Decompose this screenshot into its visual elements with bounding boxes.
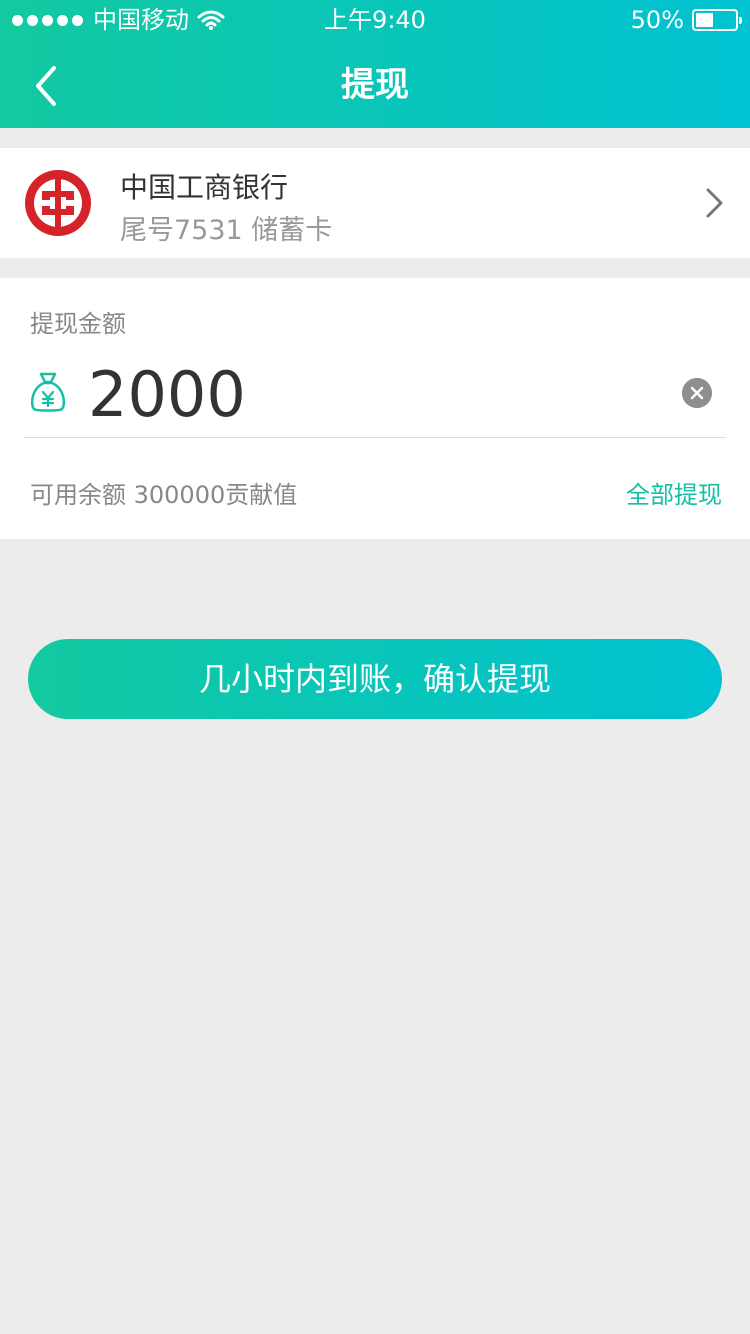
available-balance: 可用余额 300000贡献值 [30,481,298,509]
withdraw-amount-section: 提现金额 2000 可用余额 300000贡献值 全部提现 [0,278,750,539]
status-bar: 中国移动 上午9:40 50% [0,0,750,40]
clear-icon[interactable] [682,378,712,408]
bank-card-subtitle: 尾号7531 储蓄卡 [120,215,333,246]
page-title: 提现 [341,65,409,105]
icbc-logo-icon [25,170,91,236]
status-right: 50% [630,0,742,40]
amount-value: 2000 [88,358,246,431]
chevron-right-icon [706,188,723,218]
battery-fill [696,13,713,27]
battery-icon [692,9,742,31]
moneybag-icon [30,372,66,412]
app-header: 中国移动 上午9:40 50% 提现 [0,0,750,128]
confirm-withdraw-button[interactable]: 几小时内到账，确认提现 [28,639,722,719]
bank-name: 中国工商银行 [120,171,289,204]
amount-input[interactable]: 2000 [24,356,726,438]
battery-percent: 50% [630,6,684,34]
bank-card-selector[interactable]: 中国工商银行 尾号7531 储蓄卡 [0,148,750,258]
withdraw-all-button[interactable]: 全部提现 [626,475,722,510]
amount-label: 提现金额 [30,310,126,338]
